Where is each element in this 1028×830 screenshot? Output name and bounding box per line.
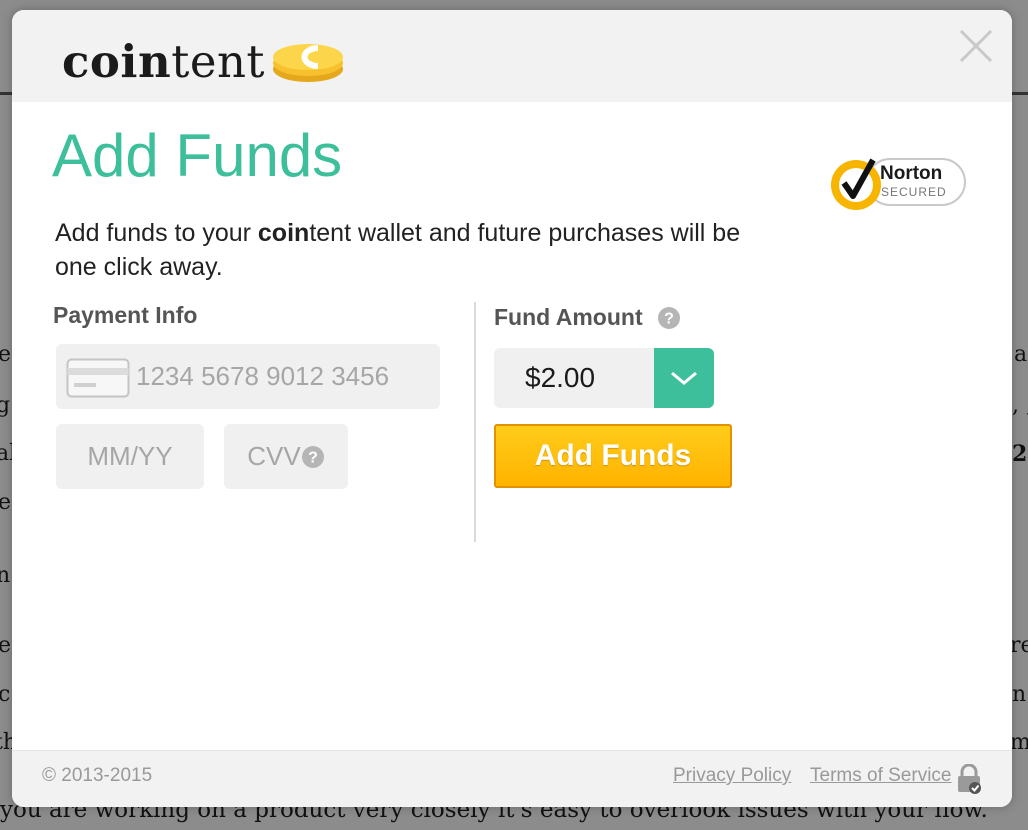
background-text-fragment: e	[0, 342, 12, 367]
lock-icon	[958, 764, 981, 794]
logo-wordmark-bold: coin	[62, 34, 172, 88]
fund-amount-select[interactable]: $2.00	[494, 348, 654, 408]
fund-amount-dropdown-button[interactable]	[654, 348, 714, 408]
coin-icon	[273, 44, 344, 82]
column-divider	[474, 302, 476, 542]
question-icon[interactable]: ?	[657, 306, 681, 330]
expiry-placeholder: MM/YY	[87, 441, 173, 471]
background-text-fragment: re	[1010, 633, 1028, 658]
checkmark-icon	[831, 158, 881, 210]
copyright: © 2013-2015	[42, 765, 153, 786]
expiry-input[interactable]: MM/YY	[56, 424, 204, 489]
description: Add funds to your cointent wallet and fu…	[55, 216, 745, 284]
background-text-fragment: g	[0, 393, 11, 418]
credit-card-icon	[66, 358, 130, 398]
norton-name: Norton	[880, 163, 943, 184]
add-funds-button-label: Add Funds	[534, 439, 692, 472]
background-text-fragment: a	[1014, 342, 1028, 367]
terms-of-service-link[interactable]: Terms of Service	[810, 765, 951, 787]
privacy-policy-link[interactable]: Privacy Policy	[673, 765, 791, 787]
close-button[interactable]	[958, 28, 994, 64]
background-text-fragment: e	[0, 490, 12, 515]
fund-amount-value: $2.00	[525, 362, 596, 393]
card-number-input[interactable]: 1234 5678 9012 3456	[56, 344, 440, 409]
add-funds-button[interactable]: Add Funds	[494, 424, 732, 488]
background-text-fragment: c	[0, 682, 11, 707]
close-icon[interactable]	[958, 28, 994, 64]
background-text-fragment: 2	[1012, 441, 1028, 467]
svg-text:?: ?	[308, 449, 318, 466]
modal-header: cointent	[12, 10, 1012, 102]
question-icon[interactable]: ?	[301, 445, 325, 469]
fund-amount-label: Fund Amount	[494, 304, 643, 330]
norton-secured-badge: Norton SECURED	[826, 152, 966, 216]
background-text-fragment: n	[1012, 682, 1027, 707]
cointent-logo: cointent	[62, 34, 345, 88]
background-text-fragment: , ;	[1012, 393, 1028, 418]
logo-wordmark: cointent	[62, 39, 265, 84]
background-text-fragment: n	[0, 563, 11, 588]
logo-wordmark-rest: tent	[171, 34, 266, 88]
chevron-down-icon	[671, 371, 697, 385]
payment-info-label: Payment Info	[53, 302, 198, 328]
description-brand-bold: coin	[257, 219, 310, 247]
cvv-placeholder: CVV	[247, 441, 301, 471]
fund-amount-header: Fund Amount ?	[494, 304, 681, 331]
cvv-input[interactable]: CVV ?	[224, 424, 348, 489]
norton-subtitle: SECURED	[881, 185, 947, 199]
description-brand-rest: tent	[309, 219, 352, 247]
page-title: Add Funds	[52, 122, 343, 189]
card-number-placeholder: 1234 5678 9012 3456	[136, 361, 390, 391]
svg-text:?: ?	[664, 310, 674, 327]
add-funds-modal: cointent Add Funds Norton SECURED Add fu…	[12, 10, 1012, 807]
description-lead: Add funds to your	[55, 219, 258, 247]
background-text-fragment: m	[1010, 730, 1028, 755]
